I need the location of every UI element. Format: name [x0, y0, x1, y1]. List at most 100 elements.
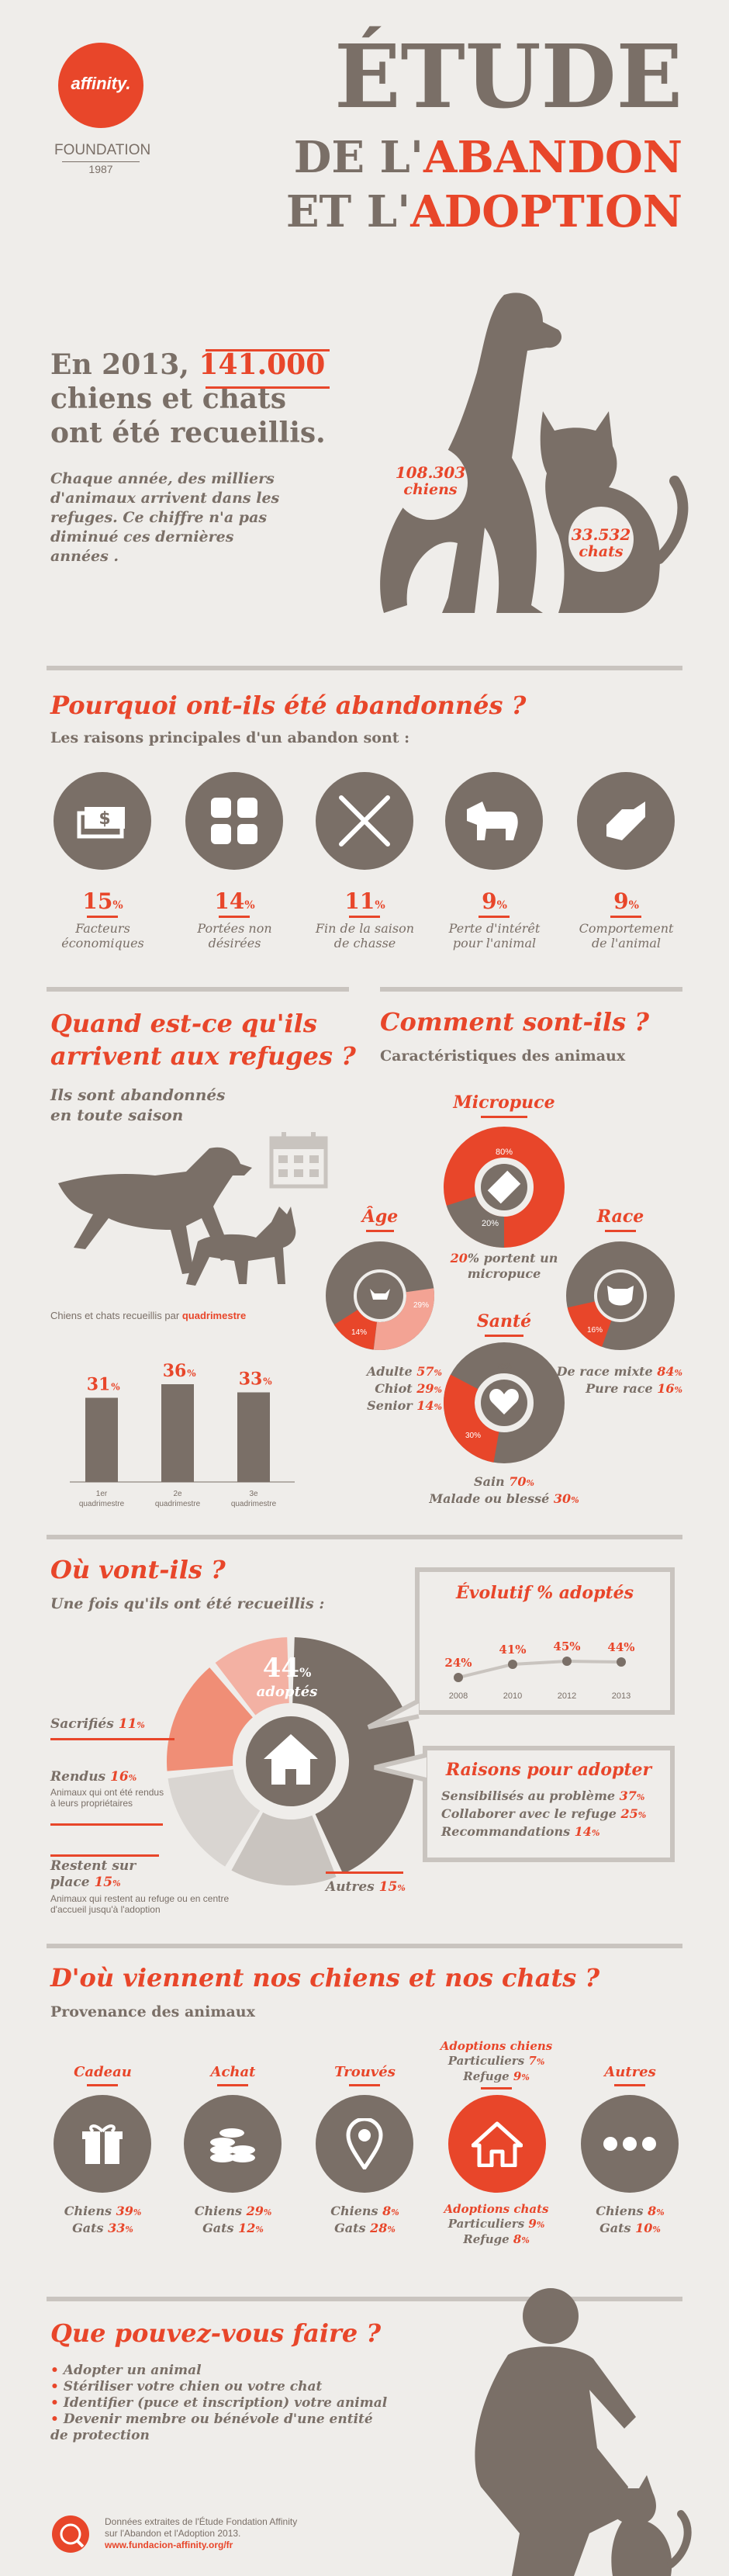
- adoptions-chiens-title: Adoptions chiens: [440, 2039, 553, 2053]
- underline: [219, 916, 250, 918]
- evolutif-year-label: 2010: [503, 1691, 522, 1701]
- bar-unit-label: %: [187, 1368, 196, 1379]
- value: 8: [648, 2204, 657, 2218]
- sante-pct-1: 70%: [496, 1362, 512, 1371]
- money-icon: $: [77, 807, 125, 839]
- reason-label: Portées non désirées: [197, 921, 272, 950]
- bar-unit-label: %: [111, 1382, 120, 1393]
- when-subtitle-line1: Ils sont abandonnés: [50, 1085, 226, 1104]
- underline: [605, 1230, 636, 1232]
- todo-item: • Devenir membre ou bénévole d'une entit…: [50, 2412, 373, 2443]
- todo-text: Devenir membre ou bénévole d'une entité …: [50, 2412, 373, 2443]
- value: 33: [108, 2221, 126, 2235]
- bar-category-label: quadrimestre: [79, 1500, 125, 1508]
- legend-label: Malade ou blessé: [429, 1491, 550, 1506]
- origin-values: Chiens 39% Gats 33%: [64, 2204, 142, 2235]
- reason-label: Facteurs économiques: [61, 921, 144, 950]
- raisons-title: Raisons pour adopter: [445, 1760, 652, 1780]
- adopted-block: 44% adoptés: [240, 1653, 333, 1700]
- evolutif-year-label: 2008: [449, 1691, 468, 1701]
- label: Sacrifiés: [50, 1716, 114, 1732]
- underline: [87, 916, 118, 918]
- underline: [481, 2087, 512, 2090]
- reason-circle: [577, 772, 675, 870]
- origin-circle: [581, 2095, 679, 2193]
- adopted-label: adoptés: [256, 1684, 318, 1700]
- raisons-line-1: Sensibilisés au problème 37%: [441, 1788, 645, 1803]
- legend-label: Sain: [474, 1474, 505, 1489]
- raisons-list: Sensibilisés au problème 37% Collaborer …: [441, 1788, 646, 1841]
- underline: [481, 1116, 527, 1118]
- micropuce-text-pct: 20: [450, 1251, 468, 1265]
- bar-category-label: 1er: [96, 1490, 108, 1498]
- race-pct-2: 16%: [587, 1326, 603, 1335]
- reason-pct: 9: [482, 888, 497, 914]
- restent-label: Restent sur place 15%: [50, 1858, 136, 1890]
- where-subtitle: Une fois qu'ils ont été recueillis :: [50, 1595, 325, 1612]
- race-donut: 84% 16%: [566, 1241, 675, 1350]
- reason-circle: [445, 772, 543, 870]
- age-donut: 57% 29% 14%: [326, 1241, 434, 1350]
- age-legend: Adulte 57% Chiot 29% Senior 14%: [341, 1364, 442, 1415]
- bar-category-label: quadrimestre: [231, 1500, 277, 1508]
- origin-circle: [316, 2095, 413, 2193]
- label: Chiens: [330, 2204, 378, 2218]
- raisons-line-2: Collaborer avec le refuge 25%: [441, 1806, 647, 1821]
- evolutif-point: [562, 1657, 572, 1666]
- reason-unit: %: [244, 899, 255, 912]
- page-title-line1: ÉTUDE: [334, 26, 682, 128]
- cat-tail: [654, 476, 689, 564]
- micropuce-title: Micropuce: [453, 1092, 555, 1113]
- todo-text: Adopter un animal: [63, 2363, 202, 2378]
- autres-label: Autres 15%: [326, 1879, 406, 1895]
- footer-line1: Données extraites de l'Étude Fondation A…: [105, 2516, 298, 2527]
- bar-category-label: 3e: [249, 1490, 258, 1498]
- value: 10: [635, 2221, 653, 2235]
- reason-pct: 9: [613, 888, 629, 914]
- person-head: [523, 2288, 579, 2344]
- evolutif-point: [454, 1673, 463, 1682]
- dog-cat-illustration: [380, 293, 689, 613]
- value: 25: [620, 1806, 638, 1821]
- adopted-pct: 44: [262, 1653, 300, 1684]
- logo: affinity.: [58, 43, 143, 128]
- todo-text: Identifier (puce et inscription) votre a…: [63, 2395, 388, 2411]
- dogs-count: 108.303: [395, 463, 466, 482]
- legend-label: Pure race: [586, 1381, 653, 1396]
- footer-line2: sur l'Abandon et l'Adoption 2013.: [105, 2528, 241, 2539]
- adoptions-chiens: Adoptions chiens Particuliers 7% Refuge …: [427, 2039, 566, 2085]
- sacrifies-label: Sacrifiés 11%: [50, 1716, 145, 1732]
- title-line3-prefix: ET L': [285, 186, 411, 237]
- label: Chiens: [64, 2204, 112, 2218]
- legend-value: 30: [553, 1491, 572, 1506]
- todo-list: • Adopter un animal • Stériliser votre c…: [50, 2363, 392, 2444]
- house-icon: [472, 2121, 523, 2167]
- footer-text: Données extraites de l'Étude Fondation A…: [105, 2516, 297, 2551]
- reason-pct: 11: [344, 888, 375, 914]
- footer-url[interactable]: www.fundacion-affinity.org/fr: [105, 2540, 297, 2551]
- value: 16: [110, 1769, 129, 1785]
- legend-value: 84: [657, 1364, 675, 1379]
- section-divider: [380, 987, 682, 992]
- section-divider: [47, 987, 349, 992]
- label: Chiens: [194, 2204, 242, 2218]
- section-divider: [47, 666, 682, 670]
- sante-line-1: Sain 70%: [474, 1474, 534, 1489]
- label: Rendus: [50, 1769, 106, 1785]
- underline: [610, 916, 641, 918]
- rifle-icon: [339, 795, 390, 847]
- evolutif-value-label: 41%: [499, 1643, 526, 1657]
- evolutif-year-label: 2012: [558, 1691, 576, 1701]
- origin-title: Cadeau: [74, 2064, 132, 2080]
- intro-body: Chaque année, des milliers d'animaux arr…: [50, 470, 280, 565]
- legend-value: 16: [657, 1381, 675, 1396]
- todo-text: Stériliser votre chien ou votre chat: [63, 2379, 323, 2394]
- reason-circle: $: [54, 772, 151, 870]
- legend-label: Adulte: [366, 1364, 413, 1379]
- reason-unit: %: [496, 899, 507, 912]
- section-divider: [47, 1944, 682, 1948]
- bar-value-label: 36: [163, 1361, 187, 1381]
- bar: [161, 1384, 194, 1482]
- raisons-box: Raisons pour adopter Sensibilisés au pro…: [423, 1746, 675, 1862]
- section-divider: [47, 1535, 682, 1539]
